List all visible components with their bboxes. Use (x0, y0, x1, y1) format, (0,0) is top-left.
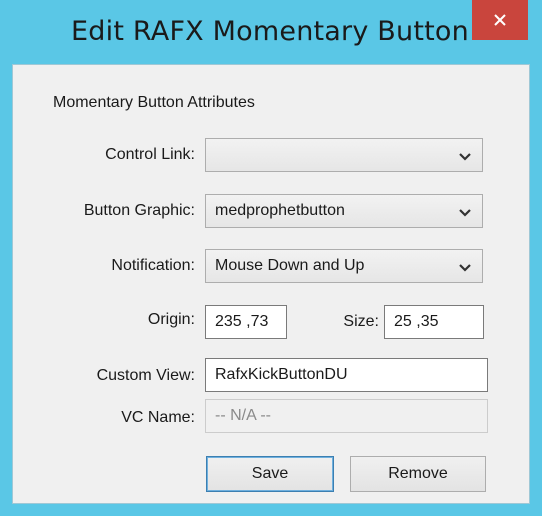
origin-value: 235 ,73 (215, 313, 269, 330)
size-value: 25 ,35 (394, 313, 439, 330)
save-button[interactable]: Save (206, 456, 334, 492)
button-graphic-label: Button Graphic: (83, 202, 195, 219)
origin-input[interactable]: 235 ,73 (205, 305, 287, 339)
control-link-dropdown[interactable] (205, 138, 483, 172)
size-label: Size: (343, 313, 379, 330)
button-graphic-dropdown[interactable]: medprophetbutton (205, 194, 483, 228)
notification-label: Notification: (111, 257, 195, 274)
vc-name-label: VC Name: (121, 409, 195, 426)
custom-view-value: RafxKickButtonDU (215, 366, 348, 383)
control-link-label: Control Link: (105, 146, 195, 163)
close-button[interactable] (472, 0, 528, 40)
chevron-down-icon (458, 206, 472, 218)
vc-name-input: -- N/A -- (205, 399, 488, 433)
chevron-down-icon (458, 150, 472, 162)
size-input[interactable]: 25 ,35 (384, 305, 484, 339)
origin-label: Origin: (147, 311, 195, 328)
button-graphic-value: medprophetbutton (215, 202, 345, 219)
notification-value: Mouse Down and Up (215, 257, 365, 274)
close-icon (493, 13, 507, 27)
chevron-down-icon (458, 261, 472, 273)
custom-view-input[interactable]: RafxKickButtonDU (205, 358, 488, 392)
dialog-content: Momentary Button Attributes Control Link… (12, 64, 530, 504)
custom-view-label: Custom View: (96, 367, 195, 384)
notification-dropdown[interactable]: Mouse Down and Up (205, 249, 483, 283)
window-title: Edit RAFX Momentary Button (71, 16, 469, 47)
dialog-window: Edit RAFX Momentary Button Momentary But… (0, 0, 542, 516)
title-bar[interactable]: Edit RAFX Momentary Button (0, 0, 542, 64)
section-label: Momentary Button Attributes (53, 94, 255, 111)
vc-name-value: -- N/A -- (215, 407, 271, 424)
remove-button[interactable]: Remove (350, 456, 486, 492)
